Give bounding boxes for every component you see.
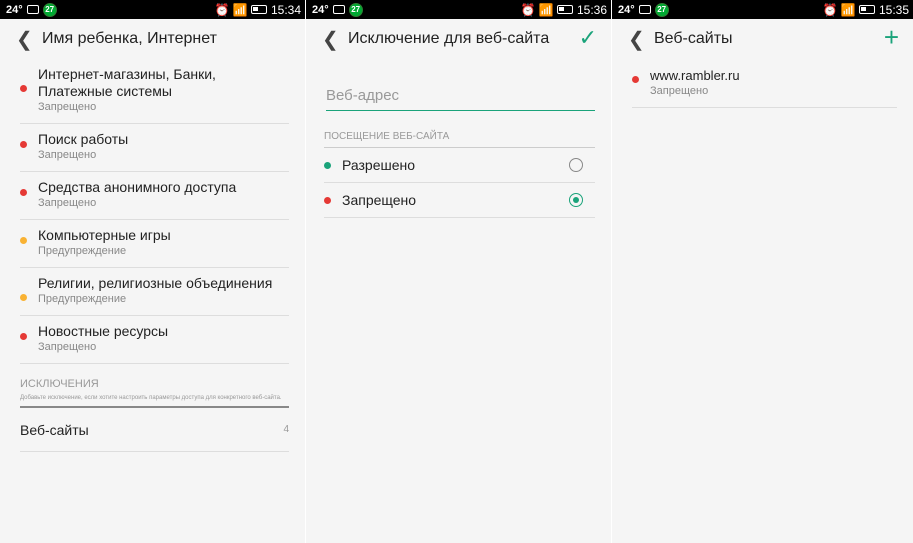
- visit-option-row[interactable]: Запрещено: [324, 183, 595, 218]
- app-bar: ❮ Исключение для веб-сайта ✓: [306, 19, 611, 59]
- website-url: www.rambler.ru: [650, 68, 740, 83]
- status-bar: 24° 27 ⏰ 📶 15:35: [612, 0, 913, 19]
- visit-option-label: Запрещено: [342, 192, 417, 208]
- image-notification-icon: [26, 5, 39, 14]
- status-dot-icon: [324, 197, 331, 204]
- notification-badge-icon: 27: [42, 2, 57, 17]
- visit-section-header: ПОСЕЩЕНИЕ ВЕБ-САЙТА: [324, 131, 595, 148]
- page-title: Исключение для веб-сайта: [348, 30, 550, 47]
- category-status: Запрещено: [38, 341, 97, 353]
- alarm-icon: ⏰: [520, 2, 536, 17]
- back-arrow-icon[interactable]: ❮: [16, 27, 38, 52]
- category-status: Запрещено: [38, 101, 97, 113]
- category-status: Предупреждение: [38, 245, 127, 257]
- radio-button[interactable]: [569, 193, 583, 207]
- visit-option-label: Разрешено: [342, 157, 416, 173]
- wifi-signal-icon: 📶: [232, 2, 248, 17]
- status-dot-icon: [20, 294, 27, 301]
- status-dot-icon: [20, 85, 27, 92]
- status-dot-icon: [632, 76, 639, 83]
- status-dot-icon: [20, 189, 27, 196]
- app-bar: ❮ Имя ребенка, Интернет: [0, 19, 305, 59]
- alarm-icon: ⏰: [214, 2, 230, 17]
- panel-child-internet: 24° 27 ⏰ 📶 15:34 ❮ Имя ребенка, Интернет…: [0, 0, 305, 543]
- add-plus-icon[interactable]: +: [884, 22, 899, 53]
- wifi-signal-icon: 📶: [538, 2, 554, 17]
- notification-badge-icon: 27: [654, 2, 669, 17]
- clock: 15:35: [878, 2, 909, 17]
- category-title: Поиск работы: [38, 131, 129, 147]
- confirm-check-icon[interactable]: ✓: [579, 25, 597, 51]
- app-bar: ❮ Веб-сайты +: [612, 19, 913, 59]
- websites-row[interactable]: Веб-сайты 4: [20, 408, 289, 452]
- category-list: Интернет-магазины, Банки, Платежные сист…: [0, 59, 305, 452]
- category-item[interactable]: Поиск работы Запрещено: [20, 124, 289, 172]
- page-title: Имя ребенка, Интернет: [42, 30, 217, 47]
- notification-badge-icon: 27: [348, 2, 363, 17]
- category-title: Средства анонимного доступа: [38, 179, 237, 195]
- website-status: Запрещено: [650, 85, 709, 97]
- status-dot-icon: [324, 162, 331, 169]
- category-item[interactable]: Религии, религиозные объединения Предупре…: [20, 268, 289, 316]
- status-dot-icon: [20, 333, 27, 340]
- category-title: Религии, религиозные объединения: [38, 275, 273, 291]
- panel-website-exception: 24° 27 ⏰ 📶 15:36 ❮ Исключение для веб-са…: [306, 0, 611, 543]
- category-item[interactable]: Интернет-магазины, Банки, Платежные сист…: [20, 59, 289, 124]
- category-item[interactable]: Новостные ресурсы Запрещено: [20, 316, 289, 364]
- exceptions-note: Добавьте исключение, если хотите настрои…: [20, 394, 289, 408]
- temperature: 24°: [6, 3, 23, 16]
- panel-websites: 24° 27 ⏰ 📶 15:35 ❮ Веб-сайты + www.rambl…: [612, 0, 913, 543]
- website-item[interactable]: www.rambler.ru Запрещено: [632, 59, 897, 108]
- category-item[interactable]: Средства анонимного доступа Запрещено: [20, 172, 289, 220]
- category-status: Запрещено: [38, 149, 97, 161]
- status-bar: 24° 27 ⏰ 📶 15:36: [306, 0, 611, 19]
- category-title: Интернет-магазины, Банки, Платежные сист…: [38, 66, 216, 99]
- status-dot-icon: [20, 141, 27, 148]
- alarm-icon: ⏰: [822, 2, 838, 17]
- exceptions-header: ИСКЛЮЧЕНИЯ: [20, 378, 99, 390]
- clock: 15:34: [270, 2, 301, 17]
- visit-options: Разрешено Запрещено: [306, 148, 611, 218]
- battery-icon: [556, 5, 573, 14]
- back-arrow-icon[interactable]: ❮: [322, 27, 344, 52]
- back-arrow-icon[interactable]: ❮: [628, 27, 650, 52]
- temperature: 24°: [312, 3, 329, 16]
- visit-option-row[interactable]: Разрешено: [324, 148, 595, 183]
- status-bar: 24° 27 ⏰ 📶 15:34: [0, 0, 305, 19]
- category-status: Предупреждение: [38, 293, 127, 305]
- clock: 15:36: [576, 2, 607, 17]
- page-title: Веб-сайты: [654, 30, 733, 47]
- category-title: Компьютерные игры: [38, 227, 171, 243]
- web-address-field[interactable]: [326, 81, 595, 111]
- image-notification-icon: [332, 5, 345, 14]
- websites-count: 4: [283, 424, 289, 435]
- battery-icon: [250, 5, 267, 14]
- battery-icon: [858, 5, 875, 14]
- radio-button[interactable]: [569, 158, 583, 172]
- web-address-input[interactable]: [326, 81, 595, 109]
- website-list: www.rambler.ru Запрещено: [612, 59, 913, 108]
- websites-label: Веб-сайты: [20, 421, 89, 438]
- category-item[interactable]: Компьютерные игры Предупреждение: [20, 220, 289, 268]
- category-title: Новостные ресурсы: [38, 323, 169, 339]
- status-dot-icon: [20, 237, 27, 244]
- image-notification-icon: [638, 5, 651, 14]
- wifi-signal-icon: 📶: [840, 2, 856, 17]
- temperature: 24°: [618, 3, 635, 16]
- category-status: Запрещено: [38, 197, 97, 209]
